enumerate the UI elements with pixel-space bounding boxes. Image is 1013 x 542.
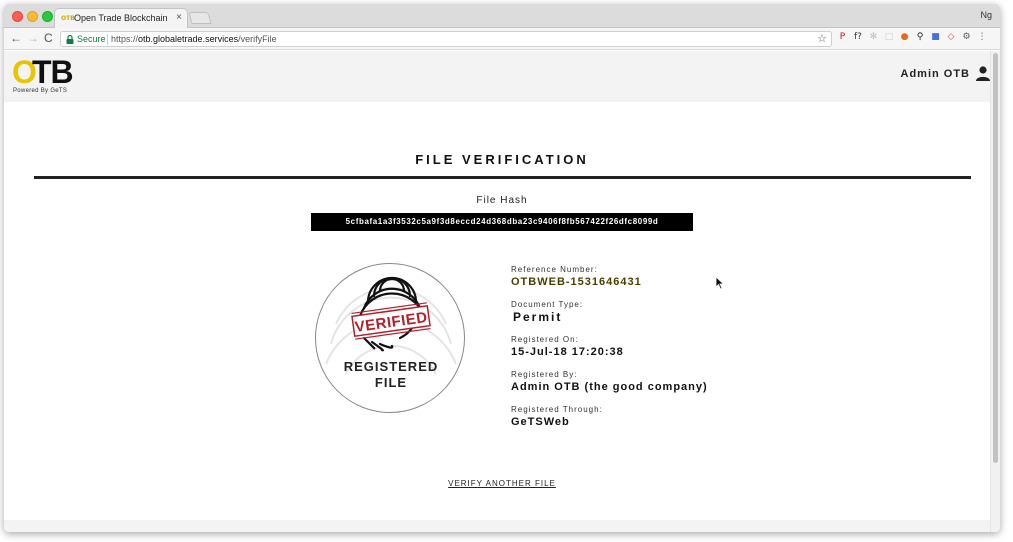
new-tab-button[interactable] [188,12,212,24]
scrollbar-thumb[interactable] [993,53,998,463]
otb-favicon-icon: OTB [61,15,75,22]
user-icon[interactable] [976,66,990,81]
mouse-cursor-icon [715,276,725,290]
registered-by-label: Registered By: [511,370,578,379]
reference-number-label: Reference Number: [511,265,598,274]
blank-ext-icon[interactable]: □ [884,32,895,43]
page-content: O TB Powered By GeTS Admin OTB FILE VERI… [4,51,990,532]
document-type-label: Document Type: [511,300,584,309]
menu-icon[interactable]: ⋮ [977,32,988,43]
seal-line-registered: REGISTERED [343,359,439,374]
grey-ext-icon[interactable]: ✻ [868,32,879,43]
file-hash-label: File Hash [476,195,528,206]
red-ext-icon[interactable]: ◇ [946,32,957,43]
fingerprint-verified-icon: VERIFIED [325,276,457,375]
logo-letters-tb: TB [32,54,74,90]
registered-on-value: 15-Jul-18 17:20:38 [511,346,624,358]
browser-window: OTB Open Trade Blockchain × Ng ← → C Sec… [4,4,1000,532]
tab-close-icon[interactable]: × [176,12,182,23]
registered-through-label: Registered Through: [511,405,603,414]
verify-another-file-link[interactable]: VERIFY ANOTHER FILE [4,479,1000,488]
url-separator [107,34,108,45]
reload-icon[interactable]: C [44,31,53,45]
seal-line-file: FILE [374,375,408,390]
magnifier-icon[interactable]: ⚲ [915,32,926,43]
registered-file-seal: VERIFIED REGISTERED FILE [315,263,465,413]
url-text[interactable]: https://otb.globaletrade.services/verify… [111,34,277,44]
address-bar[interactable]: Secure https://otb.globaletrade.services… [60,31,832,47]
tab-open-trade-blockchain[interactable]: OTB Open Trade Blockchain × [54,8,188,28]
registered-by-field: Registered By: Admin OTB (the good compa… [511,369,811,395]
registered-by-value: Admin OTB (the good company) [511,381,708,393]
minimize-window-button[interactable] [27,11,38,22]
logo-tagline: Powered By GeTS [13,88,68,94]
blue-square-icon[interactable]: ■ [930,32,941,43]
footer-band [4,520,990,532]
reference-number-field: Reference Number: OTBWEB-1531646431 [511,264,811,290]
file-details: Reference Number: OTBWEB-1531646431 Docu… [511,264,811,439]
tab-title: Open Trade Blockchain [74,13,168,23]
page-scrollbar[interactable] [990,51,1000,532]
document-type-value: Permit [513,310,563,324]
maximize-window-button[interactable] [42,11,53,22]
registered-on-label: Registered On: [511,335,579,344]
title-divider [34,176,971,179]
pinterest-icon[interactable]: P [837,32,848,43]
reference-number-value: OTBWEB-1531646431 [511,276,642,288]
registered-through-value: GeTSWeb [511,416,570,428]
site-header: O TB Powered By GeTS Admin OTB [4,51,990,102]
registered-on-field: Registered On: 15-Jul-18 17:20:38 [511,334,811,360]
back-arrow-icon[interactable]: ← [10,31,22,45]
page-title: FILE VERIFICATION [415,152,589,167]
verified-stamp-text: VERIFIED [354,309,429,336]
forward-arrow-icon[interactable]: → [27,31,39,45]
profile-name[interactable]: Ng [980,10,992,20]
function-icon[interactable]: f? [853,32,864,43]
close-window-button[interactable] [12,11,23,22]
orange-ext-icon[interactable]: ● [899,32,910,43]
otb-logo[interactable]: O TB Powered By GeTS [12,56,82,98]
secure-label: Secure [77,34,106,44]
bookmark-star-icon[interactable]: ☆ [817,32,827,45]
registered-through-field: Registered Through: GeTSWeb [511,404,811,430]
document-type-field: Document Type: Permit [511,299,811,325]
user-name[interactable]: Admin OTB [901,68,971,80]
tab-bar: OTB Open Trade Blockchain × Ng [4,4,1000,28]
browser-toolbar: ← → C Secure https://otb.globaletrade.se… [4,28,1000,50]
file-hash-value: 5cfbafa1a3f3532c5a9f3d8eccd24d368dba23c9… [311,213,693,231]
settings-ext-icon[interactable]: ⚙ [961,32,972,43]
lock-icon [66,35,74,44]
